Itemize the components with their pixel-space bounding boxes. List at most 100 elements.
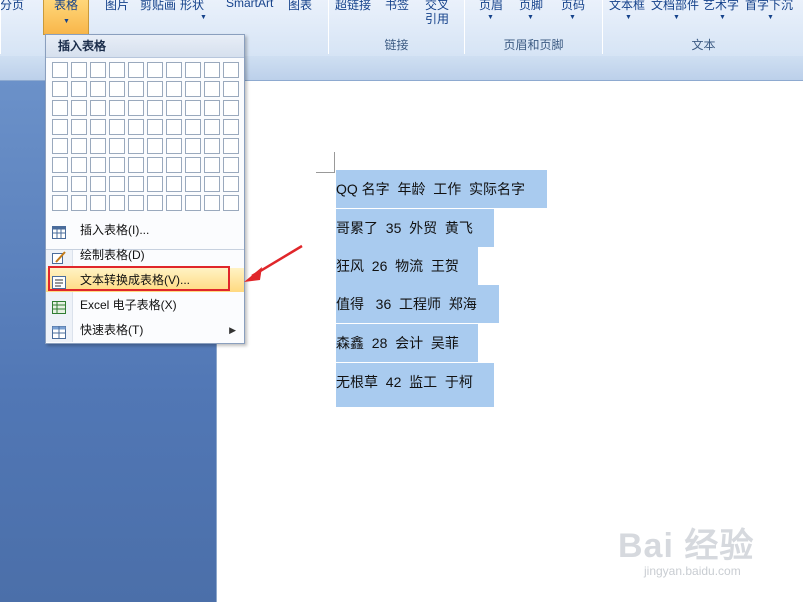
grid-cell[interactable]	[52, 81, 68, 97]
grid-cell[interactable]	[128, 157, 144, 173]
bookmark-button[interactable]: 书签	[385, 0, 409, 13]
document-line[interactable]: QQ 名字 年龄 工作 实际名字	[336, 170, 547, 208]
grid-cell[interactable]	[147, 195, 163, 211]
grid-cell[interactable]	[223, 62, 239, 78]
grid-cell[interactable]	[185, 138, 201, 154]
document-line[interactable]: 狂风 26 物流 王贺	[336, 247, 478, 285]
grid-cell[interactable]	[52, 176, 68, 192]
grid-cell[interactable]	[52, 195, 68, 211]
grid-cell[interactable]	[90, 100, 106, 116]
grid-cell[interactable]	[166, 195, 182, 211]
quick-parts-button[interactable]: 文档部件	[651, 0, 699, 13]
grid-cell[interactable]	[147, 100, 163, 116]
grid-cell[interactable]	[128, 195, 144, 211]
grid-cell[interactable]	[90, 62, 106, 78]
grid-cell[interactable]	[52, 119, 68, 135]
grid-cell[interactable]	[128, 176, 144, 192]
menu-item-label: 快速表格(T)	[80, 323, 144, 337]
grid-cell[interactable]	[128, 100, 144, 116]
grid-cell[interactable]	[128, 62, 144, 78]
grid-cell[interactable]	[90, 195, 106, 211]
document-line[interactable]: 无根草 42 监工 于柯	[336, 363, 494, 407]
grid-cell[interactable]	[185, 119, 201, 135]
grid-cell[interactable]	[223, 100, 239, 116]
grid-cell[interactable]	[71, 100, 87, 116]
grid-cell[interactable]	[204, 62, 220, 78]
footer-button[interactable]: 页脚	[519, 0, 543, 13]
grid-cell[interactable]	[166, 62, 182, 78]
grid-cell[interactable]	[204, 195, 220, 211]
grid-cell[interactable]	[109, 100, 125, 116]
grid-cell[interactable]	[147, 81, 163, 97]
grid-cell[interactable]	[52, 138, 68, 154]
grid-cell[interactable]	[128, 81, 144, 97]
menu-item-draw-table[interactable]: 绘制表格(D)	[46, 243, 244, 267]
grid-cell[interactable]	[147, 176, 163, 192]
document-line[interactable]: 森鑫 28 会计 吴菲	[336, 324, 478, 362]
grid-cell[interactable]	[223, 119, 239, 135]
grid-cell[interactable]	[166, 157, 182, 173]
grid-cell[interactable]	[90, 176, 106, 192]
grid-cell[interactable]	[147, 157, 163, 173]
grid-cell[interactable]	[52, 100, 68, 116]
grid-cell[interactable]	[223, 138, 239, 154]
grid-cell[interactable]	[185, 62, 201, 78]
grid-cell[interactable]	[52, 62, 68, 78]
wordart-button[interactable]: 艺术字	[703, 0, 739, 13]
grid-cell[interactable]	[109, 176, 125, 192]
grid-cell[interactable]	[71, 81, 87, 97]
grid-cell[interactable]	[204, 157, 220, 173]
grid-cell[interactable]	[71, 176, 87, 192]
document-line[interactable]: 值得 36 工程师 郑海	[336, 285, 499, 323]
grid-cell[interactable]	[109, 81, 125, 97]
grid-cell[interactable]	[223, 157, 239, 173]
grid-cell[interactable]	[71, 195, 87, 211]
grid-cell[interactable]	[90, 157, 106, 173]
header-button[interactable]: 页眉	[479, 0, 503, 13]
grid-cell[interactable]	[166, 119, 182, 135]
grid-cell[interactable]	[147, 62, 163, 78]
grid-cell[interactable]	[185, 176, 201, 192]
grid-cell[interactable]	[147, 138, 163, 154]
hyperlink-button[interactable]: 超链接	[335, 0, 371, 13]
grid-cell[interactable]	[109, 157, 125, 173]
menu-item-quick-tables[interactable]: 快速表格(T) ▶	[46, 318, 244, 342]
grid-cell[interactable]	[128, 138, 144, 154]
grid-cell[interactable]	[223, 176, 239, 192]
grid-cell[interactable]	[109, 62, 125, 78]
grid-cell[interactable]	[71, 157, 87, 173]
grid-cell[interactable]	[166, 100, 182, 116]
grid-cell[interactable]	[185, 157, 201, 173]
grid-cell[interactable]	[185, 81, 201, 97]
grid-cell[interactable]	[185, 195, 201, 211]
menu-item-excel-spreadsheet[interactable]: Excel 电子表格(X)	[46, 293, 244, 317]
menu-item-insert-table[interactable]: 插入表格(I)...	[46, 218, 244, 242]
grid-cell[interactable]	[223, 81, 239, 97]
grid-cell[interactable]	[128, 119, 144, 135]
page-number-button[interactable]: 页码	[561, 0, 585, 13]
grid-cell[interactable]	[109, 119, 125, 135]
grid-cell[interactable]	[52, 157, 68, 173]
drop-cap-button[interactable]: 首字下沉	[745, 0, 793, 13]
grid-cell[interactable]	[90, 81, 106, 97]
grid-cell[interactable]	[147, 119, 163, 135]
grid-cell[interactable]	[71, 119, 87, 135]
grid-cell[interactable]	[166, 138, 182, 154]
grid-cell[interactable]	[204, 176, 220, 192]
grid-cell[interactable]	[204, 100, 220, 116]
grid-cell[interactable]	[90, 138, 106, 154]
grid-cell[interactable]	[109, 138, 125, 154]
grid-cell[interactable]	[166, 176, 182, 192]
grid-cell[interactable]	[204, 81, 220, 97]
grid-cell[interactable]	[71, 62, 87, 78]
textbox-button[interactable]: 文本框	[609, 0, 645, 13]
grid-cell[interactable]	[223, 195, 239, 211]
grid-cell[interactable]	[204, 138, 220, 154]
grid-cell[interactable]	[204, 119, 220, 135]
grid-cell[interactable]	[166, 81, 182, 97]
grid-cell[interactable]	[185, 100, 201, 116]
grid-cell[interactable]	[71, 138, 87, 154]
grid-cell[interactable]	[90, 119, 106, 135]
grid-cell[interactable]	[109, 195, 125, 211]
document-line[interactable]: 哥累了 35 外贸 黄飞	[336, 209, 494, 247]
